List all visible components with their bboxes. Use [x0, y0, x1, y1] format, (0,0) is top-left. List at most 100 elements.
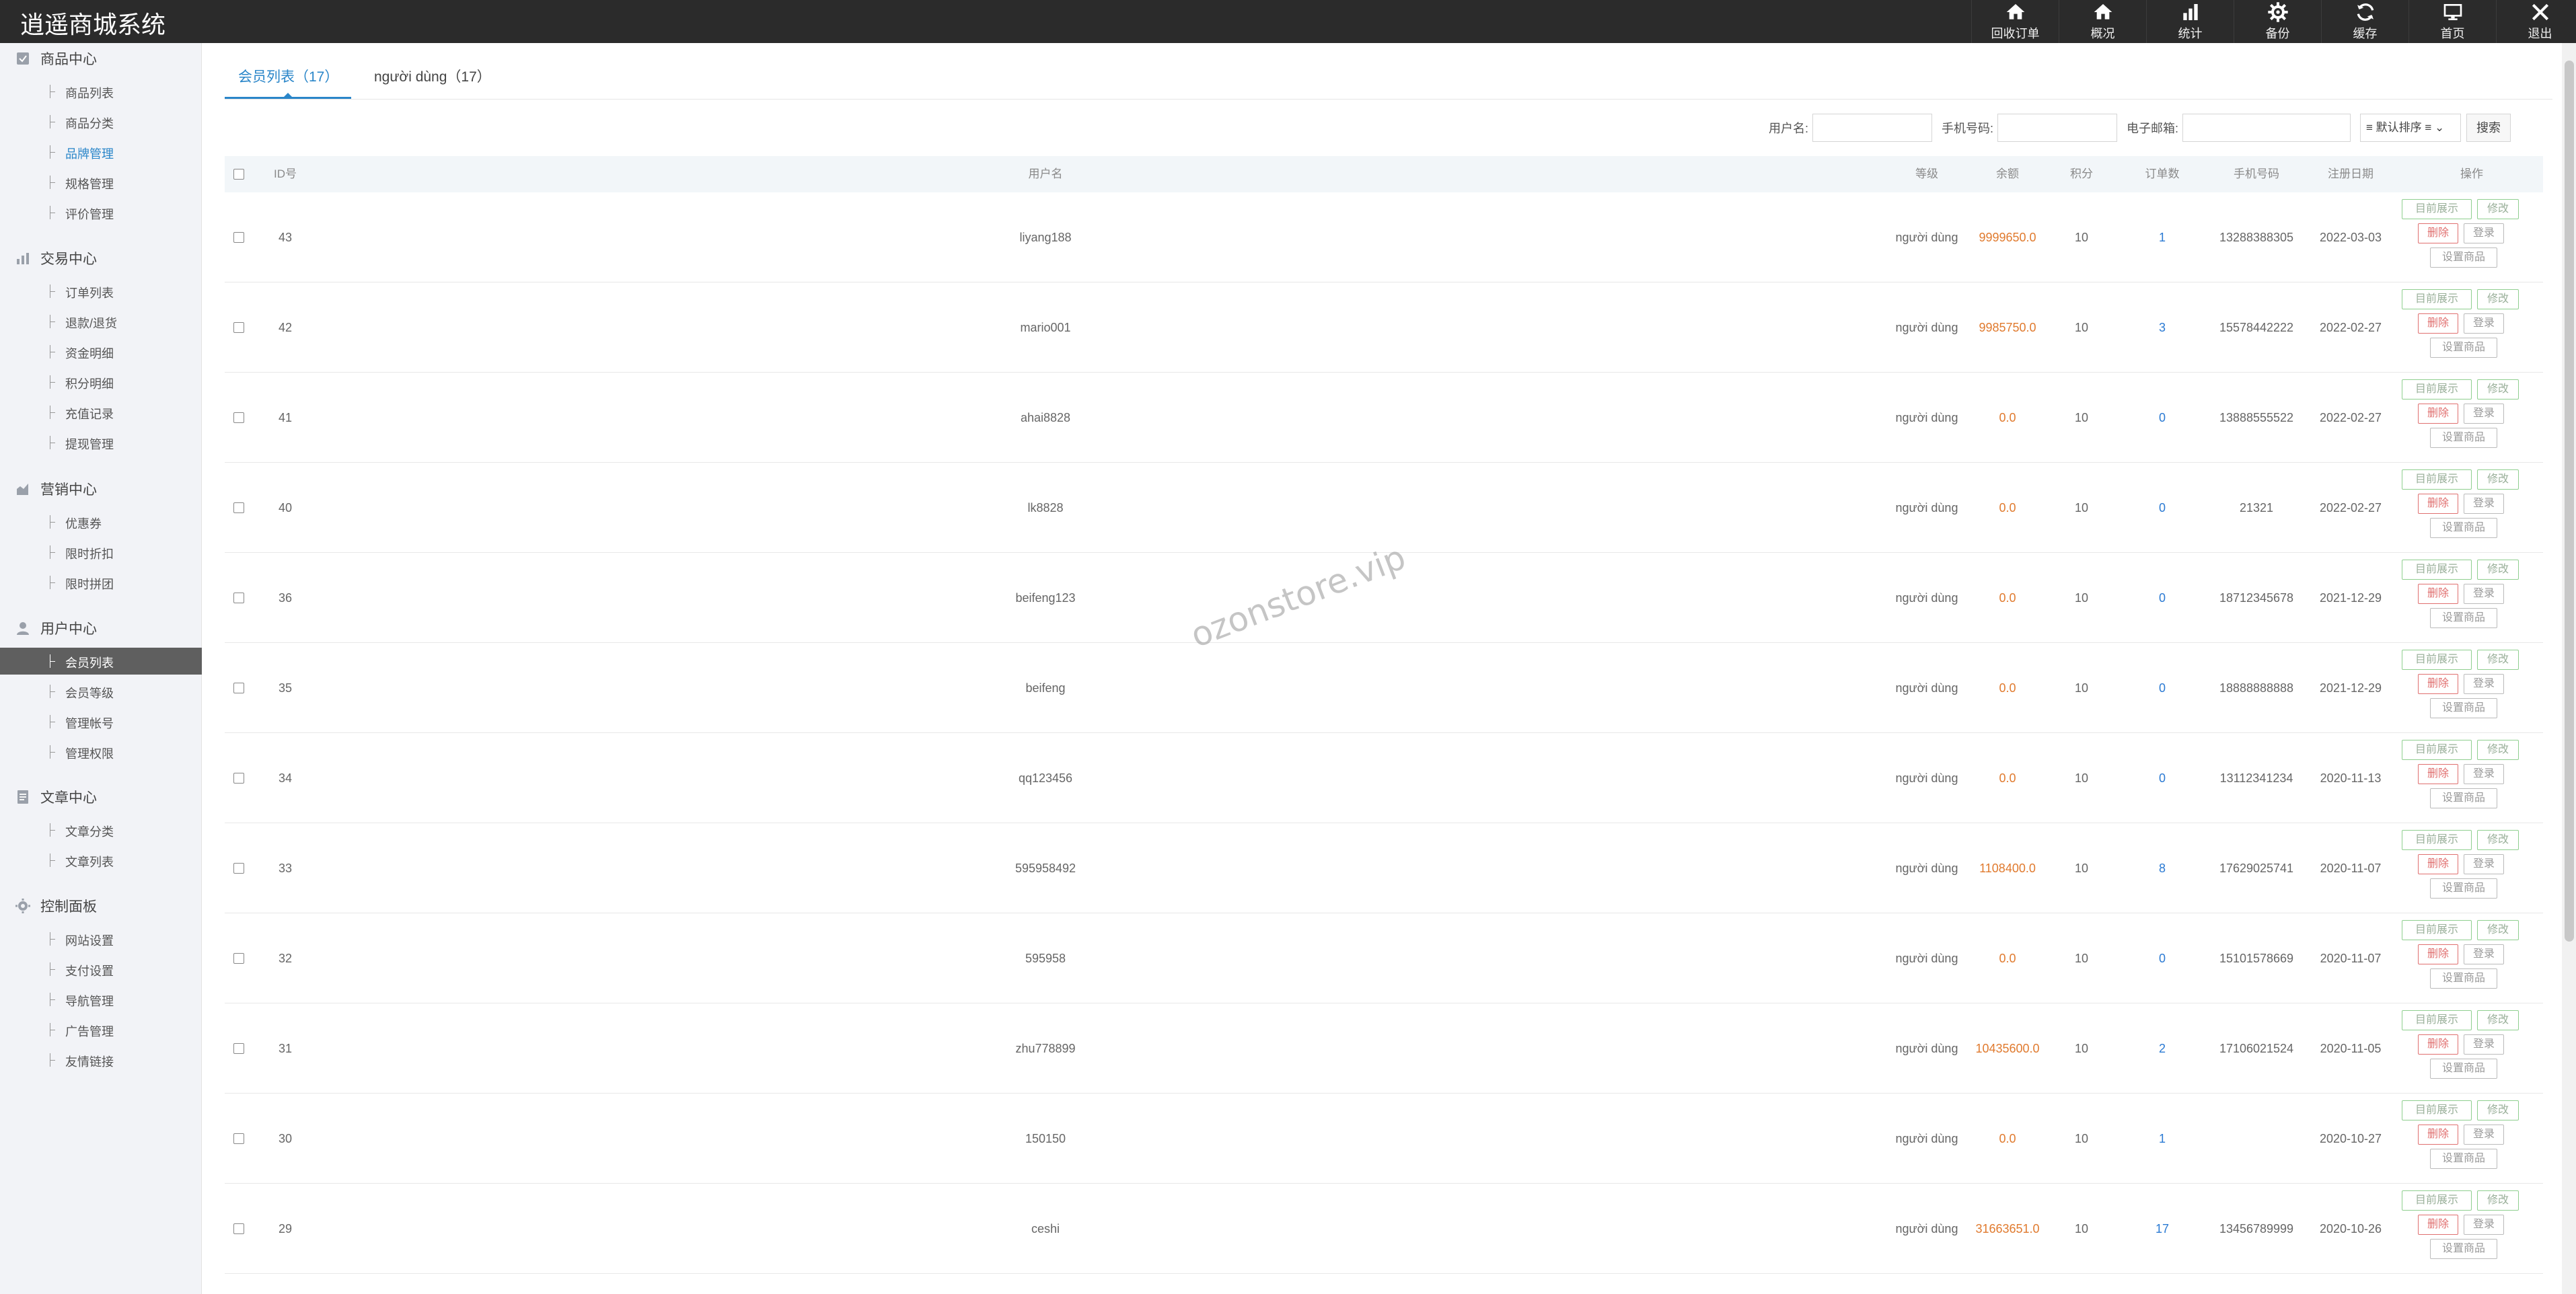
row-checkbox[interactable]	[233, 232, 244, 243]
sidebar-item[interactable]: 评价管理	[0, 199, 202, 226]
sidebar-item[interactable]: 提现管理	[0, 429, 202, 456]
sidebar-group-title[interactable]: 营销中心	[15, 479, 97, 499]
search-button[interactable]: 搜索	[2466, 114, 2511, 142]
sidebar-group-title[interactable]: 商品中心	[15, 48, 97, 69]
topnav-refresh-button[interactable]: 缓存	[2321, 0, 2408, 43]
show-button[interactable]: 目前展示	[2402, 1190, 2472, 1211]
tab-user-level[interactable]: người dùng（17）	[374, 66, 491, 86]
edit-button[interactable]: 修改	[2477, 1010, 2519, 1030]
sidebar-group-title[interactable]: 控制面板	[15, 896, 97, 916]
topnav-monitor-button[interactable]: 首页	[2408, 0, 2496, 43]
delete-button[interactable]: 删除	[2418, 313, 2458, 334]
login-button[interactable]: 登录	[2464, 404, 2504, 424]
select-all-checkbox[interactable]	[233, 169, 244, 180]
set-button[interactable]: 设置商品	[2430, 698, 2497, 718]
delete-button[interactable]: 删除	[2418, 584, 2458, 604]
set-button[interactable]: 设置商品	[2430, 1239, 2497, 1259]
sidebar-item[interactable]: 限时拼团	[0, 569, 202, 596]
delete-button[interactable]: 删除	[2418, 223, 2458, 243]
delete-button[interactable]: 删除	[2418, 854, 2458, 874]
edit-button[interactable]: 修改	[2477, 650, 2519, 670]
login-button[interactable]: 登录	[2464, 1034, 2504, 1055]
sidebar-item[interactable]: 限时折扣	[0, 539, 202, 566]
table-row[interactable]: 42 mario001 người dùng 9985750.0 10 3 15578442…	[225, 282, 2543, 373]
sidebar-item[interactable]: 品牌管理	[0, 139, 202, 165]
sidebar-group-title[interactable]: 用户中心	[15, 618, 97, 638]
table-row[interactable]: 35 beifeng người dùng 0.0 10 0 18888888888 2021…	[225, 643, 2543, 733]
show-button[interactable]: 目前展示	[2402, 199, 2472, 219]
sidebar-item[interactable]: 优惠券	[0, 508, 202, 535]
delete-button[interactable]: 删除	[2418, 674, 2458, 694]
login-button[interactable]: 登录	[2464, 223, 2504, 243]
sidebar-item[interactable]: 积分明细	[0, 369, 202, 395]
sidebar-item[interactable]: 充值记录	[0, 399, 202, 426]
table-row[interactable]: 41 ahai8828 người dùng 0.0 10 0 13888555522 202…	[225, 373, 2543, 463]
login-button[interactable]: 登录	[2464, 1125, 2504, 1145]
edit-button[interactable]: 修改	[2477, 469, 2519, 490]
topnav-close-button[interactable]: 退出	[2496, 0, 2576, 43]
sidebar-item[interactable]: 商品列表	[0, 78, 202, 105]
edit-button[interactable]: 修改	[2477, 379, 2519, 399]
topnav-home-button[interactable]: 回收订单	[1971, 0, 2059, 43]
set-button[interactable]: 设置商品	[2430, 608, 2497, 628]
delete-button[interactable]: 删除	[2418, 944, 2458, 964]
row-checkbox[interactable]	[233, 953, 244, 964]
table-row[interactable]: 43 liyang188 người dùng 9999650.0 10 1 1328838…	[225, 192, 2543, 282]
sidebar-item[interactable]: 资金明细	[0, 338, 202, 365]
sidebar-item[interactable]: 管理帐号	[0, 708, 202, 735]
row-checkbox[interactable]	[233, 863, 244, 874]
delete-button[interactable]: 删除	[2418, 764, 2458, 784]
edit-button[interactable]: 修改	[2477, 740, 2519, 760]
delete-button[interactable]: 删除	[2418, 1125, 2458, 1145]
show-button[interactable]: 目前展示	[2402, 289, 2472, 309]
sidebar-item[interactable]: 管理权限	[0, 738, 202, 765]
show-button[interactable]: 目前展示	[2402, 1010, 2472, 1030]
sidebar-item[interactable]: 会员列表	[0, 648, 202, 675]
login-button[interactable]: 登录	[2464, 584, 2504, 604]
set-button[interactable]: 设置商品	[2430, 788, 2497, 808]
sidebar-item[interactable]: 规格管理	[0, 169, 202, 196]
edit-button[interactable]: 修改	[2477, 920, 2519, 940]
tab-member-list[interactable]: 会员列表（17）	[238, 66, 338, 86]
set-button[interactable]: 设置商品	[2430, 338, 2497, 358]
show-button[interactable]: 目前展示	[2402, 740, 2472, 760]
table-row[interactable]: 34 qq123456 người dùng 0.0 10 0 13112341234 202…	[225, 733, 2543, 823]
sidebar-item[interactable]: 订单列表	[0, 278, 202, 305]
row-checkbox[interactable]	[233, 773, 244, 784]
delete-button[interactable]: 删除	[2418, 404, 2458, 424]
sidebar-item[interactable]: 网站设置	[0, 925, 202, 952]
delete-button[interactable]: 删除	[2418, 1215, 2458, 1235]
row-checkbox[interactable]	[233, 502, 244, 513]
edit-button[interactable]: 修改	[2477, 1190, 2519, 1211]
edit-button[interactable]: 修改	[2477, 199, 2519, 219]
login-button[interactable]: 登录	[2464, 674, 2504, 694]
login-button[interactable]: 登录	[2464, 854, 2504, 874]
row-checkbox[interactable]	[233, 322, 244, 333]
table-row[interactable]: 29 ceshi người dùng 31663651.0 10 17 134567899…	[225, 1184, 2543, 1274]
set-button[interactable]: 设置商品	[2430, 1149, 2497, 1169]
edit-button[interactable]: 修改	[2477, 830, 2519, 850]
row-checkbox[interactable]	[233, 683, 244, 693]
set-button[interactable]: 设置商品	[2430, 428, 2497, 448]
table-row[interactable]: 33 595958492 người dùng 1108400.0 10 8 1762902…	[225, 823, 2543, 913]
set-button[interactable]: 设置商品	[2430, 248, 2497, 268]
show-button[interactable]: 目前展示	[2402, 920, 2472, 940]
show-button[interactable]: 目前展示	[2402, 379, 2472, 399]
login-button[interactable]: 登录	[2464, 1215, 2504, 1235]
row-checkbox[interactable]	[233, 1043, 244, 1054]
edit-button[interactable]: 修改	[2477, 1100, 2519, 1120]
username-input[interactable]	[1812, 114, 1932, 142]
topnav-home-button[interactable]: 概况	[2059, 0, 2146, 43]
topnav-bar-chart-button[interactable]: 统计	[2146, 0, 2234, 43]
row-checkbox[interactable]	[233, 1223, 244, 1234]
sidebar-item[interactable]: 友情链接	[0, 1046, 202, 1073]
sidebar-item[interactable]: 退款/退货	[0, 308, 202, 335]
edit-button[interactable]: 修改	[2477, 289, 2519, 309]
sidebar-item[interactable]: 文章列表	[0, 847, 202, 874]
show-button[interactable]: 目前展示	[2402, 830, 2472, 850]
row-checkbox[interactable]	[233, 412, 244, 423]
show-button[interactable]: 目前展示	[2402, 560, 2472, 580]
show-button[interactable]: 目前展示	[2402, 469, 2472, 490]
delete-button[interactable]: 删除	[2418, 1034, 2458, 1055]
sidebar-item[interactable]: 导航管理	[0, 986, 202, 1013]
